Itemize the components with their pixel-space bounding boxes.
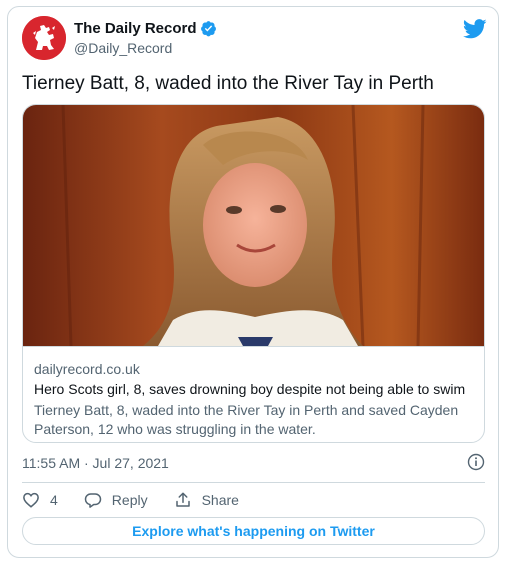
verified-badge-icon xyxy=(200,21,216,37)
share-label: Share xyxy=(201,492,239,508)
link-domain: dailyrecord.co.uk xyxy=(34,361,140,377)
action-bar: 4 Reply Share xyxy=(22,490,265,510)
tweet-card: The Daily Record @Daily_Record Tierney B… xyxy=(7,6,499,558)
link-title: Hero Scots girl, 8, saves drowning boy d… xyxy=(34,381,466,397)
reply-button[interactable]: Reply xyxy=(84,491,148,509)
link-description: Tierney Batt, 8, waded into the River Ta… xyxy=(34,402,459,437)
twitter-bird-icon[interactable] xyxy=(463,19,487,39)
tweet-timestamp[interactable]: 11:55 AM · Jul 27, 2021 xyxy=(22,455,169,471)
like-button[interactable]: 4 xyxy=(22,491,58,509)
link-preview-card[interactable]: dailyrecord.co.uk Hero Scots girl, 8, sa… xyxy=(22,104,485,443)
share-icon xyxy=(175,492,190,507)
avatar[interactable] xyxy=(22,16,66,60)
lion-rampant-icon xyxy=(22,16,66,60)
author-handle[interactable]: @Daily_Record xyxy=(74,40,172,56)
share-button[interactable]: Share xyxy=(174,491,239,509)
reply-icon xyxy=(84,493,102,508)
tweet-text: Tierney Batt, 8, waded into the River Ta… xyxy=(22,73,434,94)
preview-photo[interactable] xyxy=(23,105,484,346)
divider xyxy=(22,482,485,483)
author-name-row[interactable]: The Daily Record xyxy=(74,20,217,37)
link-info[interactable]: dailyrecord.co.uk Hero Scots girl, 8, sa… xyxy=(23,346,484,442)
explore-twitter-button[interactable]: Explore what's happening on Twitter xyxy=(22,517,485,545)
heart-icon xyxy=(23,492,39,508)
info-icon[interactable] xyxy=(467,453,485,471)
author-name[interactable]: The Daily Record xyxy=(74,20,197,37)
reply-label: Reply xyxy=(111,492,148,508)
like-count: 4 xyxy=(50,492,58,508)
